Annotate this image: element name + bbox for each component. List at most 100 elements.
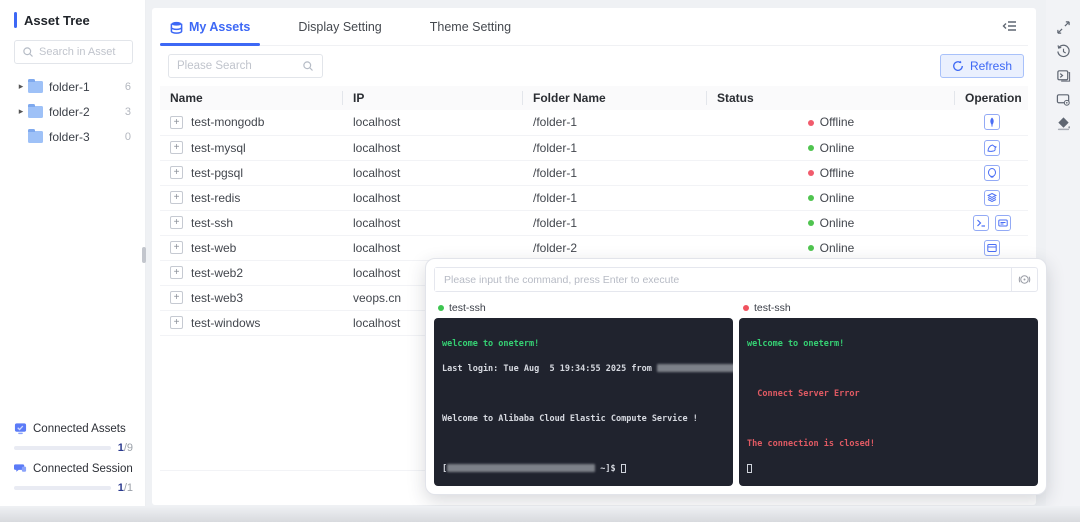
expand-row-icon[interactable]: +	[170, 116, 183, 129]
tree-item-folder-3[interactable]: folder-3 0	[14, 124, 133, 149]
asset-ip: localhost	[343, 185, 523, 210]
redacted-text	[657, 364, 733, 372]
connected-assets-value: 1/9	[118, 442, 133, 454]
expand-row-icon[interactable]: +	[170, 241, 183, 254]
terminal-line: Welcome to Alibaba Cloud Elastic Compute…	[442, 413, 725, 426]
caret-right-icon[interactable]: ▸	[14, 81, 28, 92]
tree-item-folder-2[interactable]: ▸ folder-2 3	[14, 99, 133, 124]
asset-name: test-ssh	[191, 216, 233, 230]
pgsql-connect-icon[interactable]	[984, 165, 1000, 181]
refresh-button[interactable]: Refresh	[940, 54, 1024, 78]
terminal-connect-icon[interactable]	[973, 215, 989, 231]
terminal-pane-connected: test-ssh welcome to oneterm! Last login:…	[434, 298, 733, 486]
col-header-name: Name	[160, 86, 343, 110]
redis-connect-icon[interactable]	[984, 190, 1000, 206]
mysql-connect-icon[interactable]	[984, 140, 1000, 156]
browser-connect-icon[interactable]	[984, 240, 1000, 256]
tab-label: Display Setting	[298, 20, 381, 34]
tree-item-count: 6	[125, 81, 133, 93]
terminal-tab[interactable]: test-ssh	[739, 298, 1038, 318]
search-icon	[22, 46, 34, 58]
theme-paint-icon[interactable]	[1056, 116, 1071, 131]
table-search-box[interactable]	[168, 54, 323, 78]
tab-label: My Assets	[189, 20, 250, 34]
tree-item-count: 3	[125, 106, 133, 118]
fullscreen-icon[interactable]	[1056, 20, 1071, 35]
connected-assets-progress: 1/9	[14, 442, 133, 454]
assets-icon	[170, 21, 183, 34]
tab-display-setting[interactable]: Display Setting	[296, 20, 383, 45]
title-accent-bar	[14, 12, 17, 28]
caret-right-icon[interactable]: ▸	[14, 106, 28, 117]
terminal-tab-label: test-ssh	[754, 302, 791, 314]
tree-item-label: folder-1	[49, 80, 125, 94]
tree-item-folder-1[interactable]: ▸ folder-1 6	[14, 74, 133, 99]
sidebar-resize-handle[interactable]	[142, 247, 146, 263]
folder-icon	[28, 131, 43, 143]
terminal-screen[interactable]: welcome to oneterm! Last login: Tue Aug …	[434, 318, 733, 486]
column-settings-icon[interactable]	[1002, 18, 1018, 39]
connected-assets-header: Connected Assets	[14, 422, 133, 435]
tab-bar: My Assets Display Setting Theme Setting	[160, 8, 1028, 46]
expand-row-icon[interactable]: +	[170, 216, 183, 229]
connected-session-progress: 1/1	[14, 482, 133, 494]
table-search-input[interactable]	[177, 60, 287, 72]
asset-folder: /folder-1	[523, 185, 707, 210]
asset-search-input[interactable]	[39, 46, 125, 58]
tree-item-label: folder-3	[49, 130, 125, 144]
terminal-tab-label: test-ssh	[449, 302, 486, 314]
terminal-screen[interactable]: welcome to oneterm! Connect Server Error…	[739, 318, 1038, 486]
mongodb-connect-icon[interactable]	[984, 114, 1000, 130]
asset-name: test-web	[191, 241, 236, 255]
terminal-panel-icon[interactable]	[1056, 68, 1071, 83]
terminal-cursor	[747, 464, 752, 473]
expand-row-icon[interactable]: +	[170, 266, 183, 279]
status-dot	[808, 120, 814, 126]
asset-name: test-pgsql	[191, 166, 243, 180]
col-header-folder: Folder Name	[523, 86, 707, 110]
terminal-line: Last login: Tue Aug 5 19:34:55 2025 from	[442, 363, 725, 376]
terminal-overlay: test-ssh welcome to oneterm! Last login:…	[425, 258, 1047, 495]
terminal-tab[interactable]: test-ssh	[434, 298, 733, 318]
terminal-line: welcome to oneterm!	[442, 338, 725, 351]
connected-assets-icon	[14, 422, 27, 435]
table-header-row: Name IP Folder Name Status Operation	[160, 86, 1028, 110]
folder-icon	[28, 106, 43, 118]
asset-status: Online	[707, 210, 955, 235]
expand-row-icon[interactable]: +	[170, 166, 183, 179]
tab-label: Theme Setting	[430, 20, 511, 34]
tree-item-count: 0	[125, 131, 133, 143]
asset-name: test-web2	[191, 266, 243, 280]
search-icon	[302, 60, 314, 72]
command-input[interactable]	[435, 268, 1011, 291]
terminal-pane-error: test-ssh welcome to oneterm! Connect Ser…	[739, 298, 1038, 486]
batch-send-icon[interactable]	[1011, 268, 1037, 291]
asset-ip: localhost	[343, 160, 523, 185]
refresh-icon	[952, 60, 964, 72]
side-tool-rail	[1046, 0, 1080, 522]
expand-row-icon[interactable]: +	[170, 141, 183, 154]
status-dot	[808, 145, 814, 151]
asset-name: test-mysql	[191, 141, 246, 155]
asset-ip: localhost	[343, 210, 523, 235]
terminal-panes: test-ssh welcome to oneterm! Last login:…	[434, 298, 1038, 486]
window-settings-icon[interactable]	[1056, 92, 1071, 107]
tab-theme-setting[interactable]: Theme Setting	[428, 20, 513, 45]
status-dot	[808, 220, 814, 226]
terminal-cursor	[621, 464, 626, 473]
refresh-label: Refresh	[970, 59, 1012, 73]
ssh-connect-icon[interactable]	[995, 215, 1011, 231]
terminal-prompt-line	[747, 463, 1030, 476]
history-icon[interactable]	[1056, 44, 1071, 59]
asset-folder: /folder-1	[523, 210, 707, 235]
expand-row-icon[interactable]: +	[170, 191, 183, 204]
status-dot	[808, 245, 814, 251]
tab-my-assets[interactable]: My Assets	[168, 20, 252, 45]
asset-folder: /folder-1	[523, 110, 707, 135]
col-header-status: Status	[707, 86, 955, 110]
connection-stats: Connected Assets 1/9 Connected Session 1…	[14, 414, 133, 496]
asset-tree-sidebar: Asset Tree ▸ folder-1 6 ▸ folder-2 3 fol…	[0, 0, 146, 506]
expand-row-icon[interactable]: +	[170, 316, 183, 329]
asset-search-box[interactable]	[14, 40, 133, 64]
expand-row-icon[interactable]: +	[170, 291, 183, 304]
